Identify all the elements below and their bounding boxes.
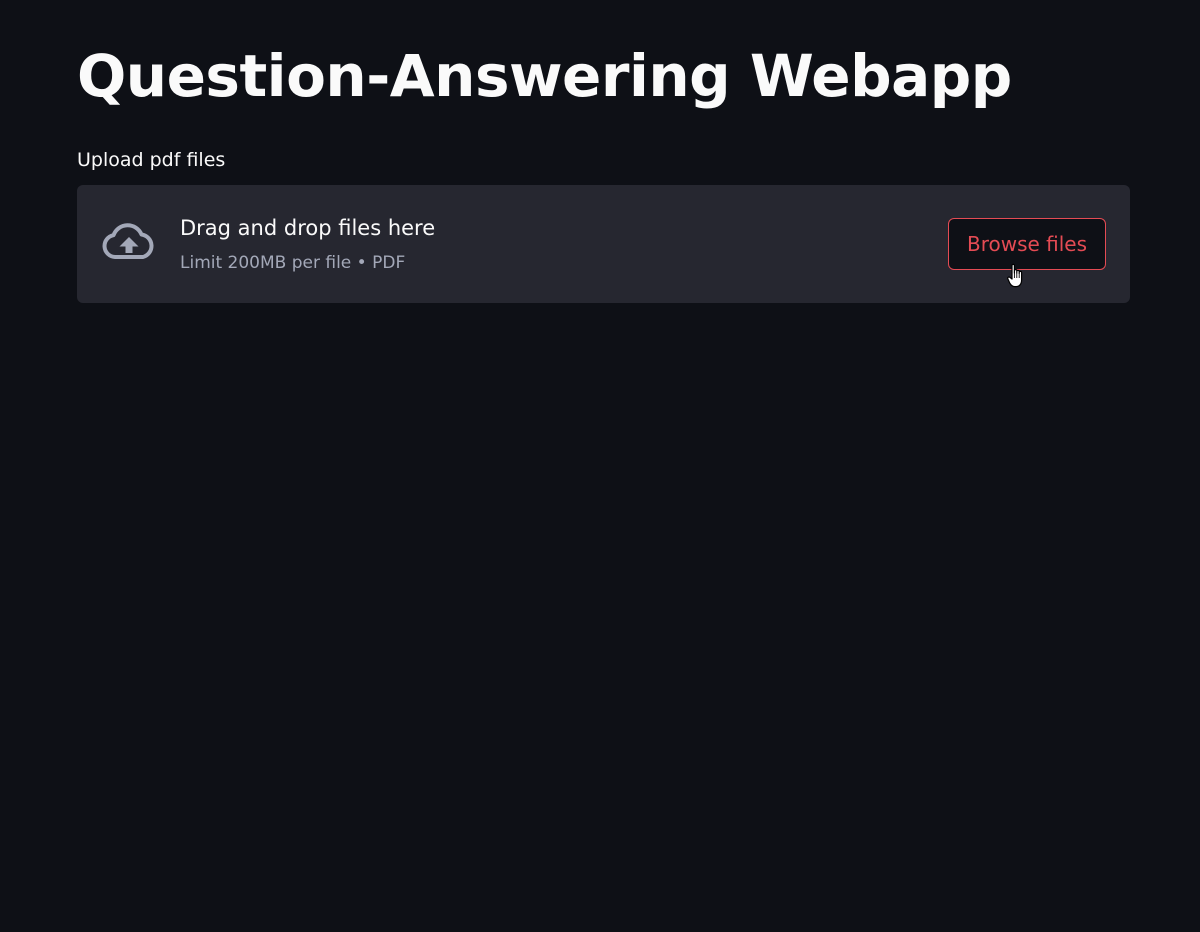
uploader-label: Upload pdf files <box>77 149 226 171</box>
dropzone-title: Drag and drop files here <box>180 216 436 240</box>
main-content: Question-Answering Webapp Upload pdf fil… <box>77 0 1130 303</box>
page-title: Question-Answering Webapp <box>77 42 1012 110</box>
dropzone-instructions: Drag and drop files here Limit 200MB per… <box>180 214 435 274</box>
dropzone-limit-text: Limit 200MB per file • PDF <box>180 253 406 273</box>
file-dropzone[interactable]: Drag and drop files here Limit 200MB per… <box>77 185 1130 303</box>
cloud-upload-icon <box>99 223 159 263</box>
browse-files-button[interactable]: Browse files <box>948 218 1106 270</box>
